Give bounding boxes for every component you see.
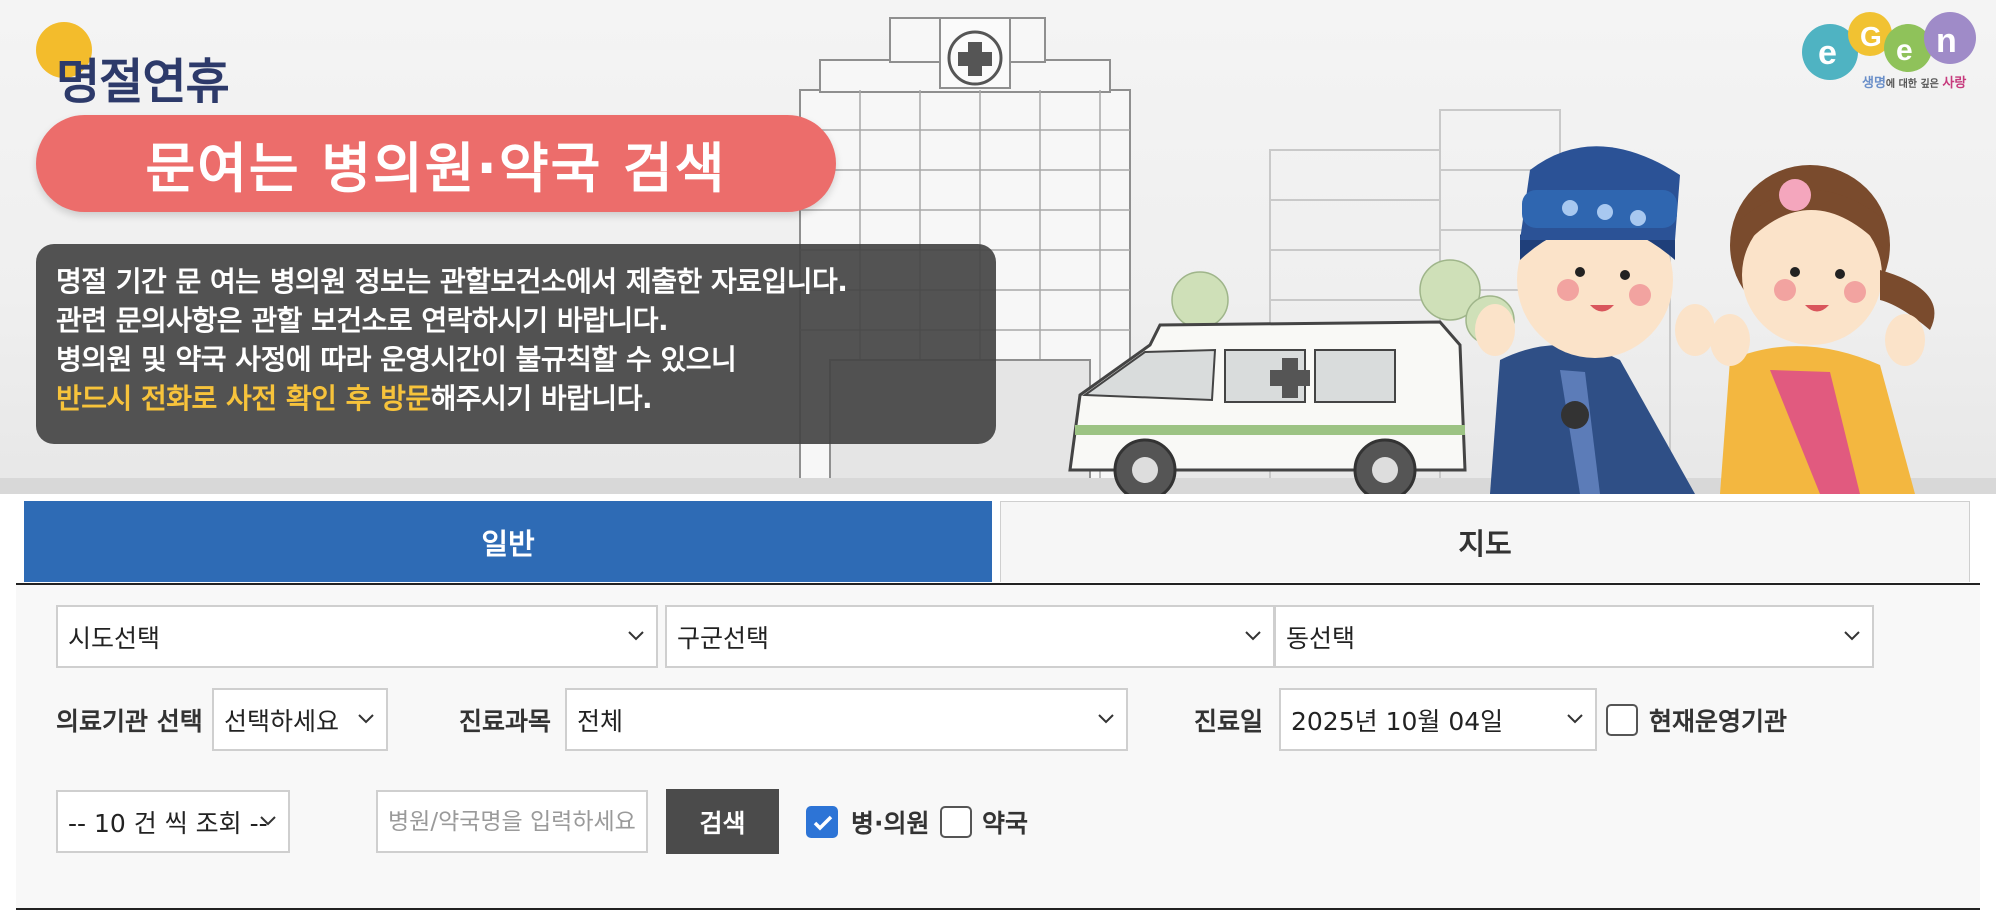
pharmacy-checkbox[interactable] <box>940 806 972 838</box>
department-select-value: 전체 <box>577 706 624 736</box>
sido-select[interactable]: 시도선택 <box>56 605 658 668</box>
tab-map[interactable]: 지도 <box>1000 501 1970 582</box>
page-size-select[interactable]: -- 10 건 씩 조회 -- <box>56 790 290 853</box>
boy-character-illustration <box>1475 146 1715 494</box>
institution-select-value: 선택하세요 <box>224 706 340 736</box>
svg-text:e: e <box>1896 34 1913 67</box>
hero-banner: 명절연휴 문여는 병의원·약국 검색 명절 기간 문 여는 병의원 정보는 관할… <box>0 0 1996 494</box>
gugun-select[interactable]: 구군선택 <box>665 605 1275 668</box>
chevron-down-icon <box>358 713 374 723</box>
gugun-select-value: 구군선택 <box>677 623 770 653</box>
chevron-down-icon <box>1098 713 1114 723</box>
pharmacy-label: 약국 <box>982 809 1029 838</box>
logo-tagline-part-2: 에 대한 깊은 <box>1885 79 1943 90</box>
tab-general[interactable]: 일반 <box>24 501 992 582</box>
operating-now-label: 현재운영기관 <box>1649 707 1788 736</box>
dong-select-value: 동선택 <box>1286 623 1356 653</box>
view-tabs: 일반 지도 <box>16 501 1980 585</box>
girl-character-illustration <box>1710 165 1935 494</box>
notice-line-1: 명절 기간 문 여는 병의원 정보는 관할보건소에서 제출한 자료입니다. <box>56 265 848 298</box>
notice-line-3: 병의원 및 약국 사정에 따라 운영시간이 불규칙할 수 있으니 <box>56 343 737 376</box>
chevron-down-icon <box>260 815 276 825</box>
event-tag-label: 명절연휴 <box>56 54 230 110</box>
chevron-down-icon <box>1245 630 1261 640</box>
date-select-value: 2025년 10월 04일 <box>1291 706 1504 736</box>
page-title-pill: 문여는 병의원·약국 검색 <box>36 115 836 212</box>
notice-line-4-rest: 해주시기 바랍니다. <box>430 382 653 415</box>
svg-text:e: e <box>1818 34 1837 72</box>
search-button[interactable]: 검색 <box>666 789 779 854</box>
notice-line-4: 반드시 전화로 사전 확인 후 방문해주시기 바랍니다. <box>56 379 976 418</box>
search-panel: 시도선택 구군선택 동선택 의료기관 선택 선택하세요 진료과목 전체 진료일 … <box>16 585 1980 910</box>
svg-text:n: n <box>1936 22 1957 60</box>
logo-tagline-part-3: 사랑 <box>1942 76 1967 91</box>
logo-tagline-part-1: 생명 <box>1862 76 1886 91</box>
department-label: 진료과목 <box>459 707 552 736</box>
date-label: 진료일 <box>1194 707 1264 736</box>
checkmark-icon <box>813 815 833 831</box>
chevron-down-icon <box>628 630 644 640</box>
date-select[interactable]: 2025년 10월 04일 <box>1279 688 1597 751</box>
hospital-label: 병·의원 <box>851 809 930 838</box>
operating-now-checkbox[interactable] <box>1606 704 1638 736</box>
page-size-select-value: -- 10 건 씩 조회 -- <box>68 808 268 838</box>
hospital-checkbox[interactable] <box>806 806 838 838</box>
institution-label: 의료기관 선택 <box>56 707 203 736</box>
page-title: 문여는 병의원·약국 검색 <box>145 137 727 200</box>
notice-line-2: 관련 문의사항은 관할 보건소로 연락하시기 바랍니다. <box>56 304 669 337</box>
chevron-down-icon <box>1844 630 1860 640</box>
chevron-down-icon <box>1567 713 1583 723</box>
logo-tagline: 생명에 대한 깊은 사랑 <box>1862 72 1966 91</box>
svg-text:G: G <box>1860 21 1882 52</box>
department-select[interactable]: 전체 <box>565 688 1128 751</box>
dong-select[interactable]: 동선택 <box>1274 605 1874 668</box>
institution-select[interactable]: 선택하세요 <box>212 688 388 751</box>
notice-box: 명절 기간 문 여는 병의원 정보는 관할보건소에서 제출한 자료입니다. 관련… <box>36 244 996 444</box>
facility-name-search-input[interactable] <box>376 790 648 853</box>
notice-highlight: 반드시 전화로 사전 확인 후 방문 <box>56 382 431 415</box>
sido-select-value: 시도선택 <box>68 623 161 653</box>
